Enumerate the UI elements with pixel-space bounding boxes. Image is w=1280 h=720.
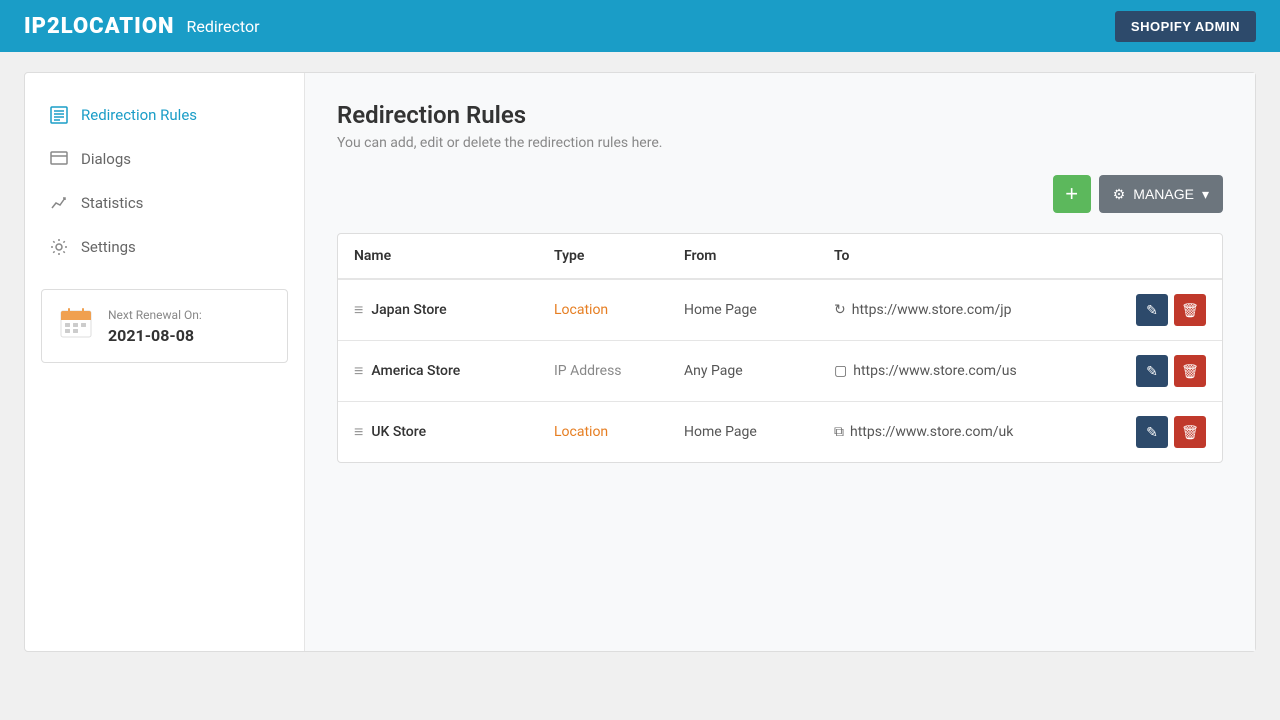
to-icon-1: ▢ xyxy=(834,363,847,379)
to-url-2: https://www.store.com/uk xyxy=(850,424,1013,440)
action-bar: + ⚙ MANAGE ▾ xyxy=(337,175,1223,213)
brand-container: IP2LOCATION Redirector xyxy=(24,14,259,39)
sidebar: Redirection Rules Dialogs xyxy=(25,73,305,651)
delete-button-0[interactable]: 🗑 xyxy=(1174,294,1206,326)
table-header: Name Type From To xyxy=(338,234,1222,279)
sidebar-item-redirection-rules[interactable]: Redirection Rules xyxy=(25,93,304,137)
cell-name-1: ≡ America Store xyxy=(338,341,538,402)
manage-button[interactable]: ⚙ MANAGE ▾ xyxy=(1099,175,1223,213)
drag-handle-1: ≡ xyxy=(354,361,363,381)
cell-to-2: ⧉ https://www.store.com/uk xyxy=(818,402,1120,463)
cell-from-1: Any Page xyxy=(668,341,818,402)
col-header-actions xyxy=(1120,234,1222,279)
gear-icon: ⚙ xyxy=(1113,186,1126,203)
cell-to-0: ↻ https://www.store.com/jp xyxy=(818,279,1120,341)
cell-from-0: Home Page xyxy=(668,279,818,341)
cell-type-1: IP Address xyxy=(538,341,668,402)
cell-actions-2: ✎ 🗑 xyxy=(1120,402,1222,463)
cell-type-0: Location xyxy=(538,279,668,341)
cell-name-0: ≡ Japan Store xyxy=(338,279,538,341)
table-row: ≡ America Store IP Address Any Page ▢ ht… xyxy=(338,341,1222,402)
delete-button-1[interactable]: 🗑 xyxy=(1174,355,1206,387)
app-header: IP2LOCATION Redirector SHOPIFY ADMIN xyxy=(0,0,1280,52)
cell-actions-1: ✎ 🗑 xyxy=(1120,341,1222,402)
sidebar-label-statistics: Statistics xyxy=(81,194,143,212)
sidebar-label-dialogs: Dialogs xyxy=(81,150,131,168)
to-url-0: https://www.store.com/jp xyxy=(852,302,1012,318)
from-value-0: Home Page xyxy=(684,302,757,318)
col-header-name: Name xyxy=(338,234,538,279)
cell-to-1: ▢ https://www.store.com/us xyxy=(818,341,1120,402)
cell-actions-0: ✎ 🗑 xyxy=(1120,279,1222,341)
page-title: Redirection Rules xyxy=(337,101,1223,129)
store-name-2: UK Store xyxy=(371,424,426,440)
type-value-0: Location xyxy=(554,302,608,318)
rules-table: Name Type From To ≡ Japan Store xyxy=(338,234,1222,462)
calendar-icon xyxy=(58,306,94,346)
edit-button-2[interactable]: ✎ xyxy=(1136,416,1168,448)
content-area: Redirection Rules You can add, edit or d… xyxy=(305,73,1255,651)
rules-table-container: Name Type From To ≡ Japan Store xyxy=(337,233,1223,463)
shopify-admin-button[interactable]: SHOPIFY ADMIN xyxy=(1115,11,1256,42)
dialogs-icon xyxy=(49,149,69,169)
to-icon-2: ⧉ xyxy=(834,424,844,440)
edit-button-0[interactable]: ✎ xyxy=(1136,294,1168,326)
drag-handle-0: ≡ xyxy=(354,300,363,320)
main-container: Redirection Rules Dialogs xyxy=(0,52,1280,720)
statistics-icon xyxy=(49,193,69,213)
from-value-2: Home Page xyxy=(684,424,757,440)
chevron-down-icon: ▾ xyxy=(1202,186,1209,203)
sidebar-item-dialogs[interactable]: Dialogs xyxy=(25,137,304,181)
to-url-1: https://www.store.com/us xyxy=(853,363,1016,379)
table-row: ≡ Japan Store Location Home Page ↻ https… xyxy=(338,279,1222,341)
renewal-date: 2021-08-08 xyxy=(108,326,202,345)
type-value-1: IP Address xyxy=(554,363,622,379)
drag-handle-2: ≡ xyxy=(354,422,363,442)
table-body: ≡ Japan Store Location Home Page ↻ https… xyxy=(338,279,1222,462)
type-value-2: Location xyxy=(554,424,608,440)
store-name-0: Japan Store xyxy=(371,302,446,318)
sidebar-label-settings: Settings xyxy=(81,238,136,256)
list-icon xyxy=(49,105,69,125)
delete-button-2[interactable]: 🗑 xyxy=(1174,416,1206,448)
to-icon-0: ↻ xyxy=(834,302,846,318)
app-logo: IP2LOCATION xyxy=(24,14,174,39)
sidebar-item-settings[interactable]: Settings xyxy=(25,225,304,269)
col-header-to: To xyxy=(818,234,1120,279)
renewal-label: Next Renewal On: xyxy=(108,308,202,322)
app-subtitle: Redirector xyxy=(186,17,259,36)
renewal-card: Next Renewal On: 2021-08-08 xyxy=(41,289,288,363)
sidebar-label-redirection-rules: Redirection Rules xyxy=(81,106,197,124)
renewal-info: Next Renewal On: 2021-08-08 xyxy=(108,308,202,345)
main-card: Redirection Rules Dialogs xyxy=(24,72,1256,652)
add-rule-button[interactable]: + xyxy=(1053,175,1091,213)
table-row: ≡ UK Store Location Home Page ⧉ https://… xyxy=(338,402,1222,463)
cell-from-2: Home Page xyxy=(668,402,818,463)
from-value-1: Any Page xyxy=(684,363,743,379)
col-header-from: From xyxy=(668,234,818,279)
page-description: You can add, edit or delete the redirect… xyxy=(337,135,1223,151)
edit-button-1[interactable]: ✎ xyxy=(1136,355,1168,387)
cell-name-2: ≡ UK Store xyxy=(338,402,538,463)
col-header-type: Type xyxy=(538,234,668,279)
settings-icon xyxy=(49,237,69,257)
cell-type-2: Location xyxy=(538,402,668,463)
store-name-1: America Store xyxy=(371,363,460,379)
sidebar-item-statistics[interactable]: Statistics xyxy=(25,181,304,225)
